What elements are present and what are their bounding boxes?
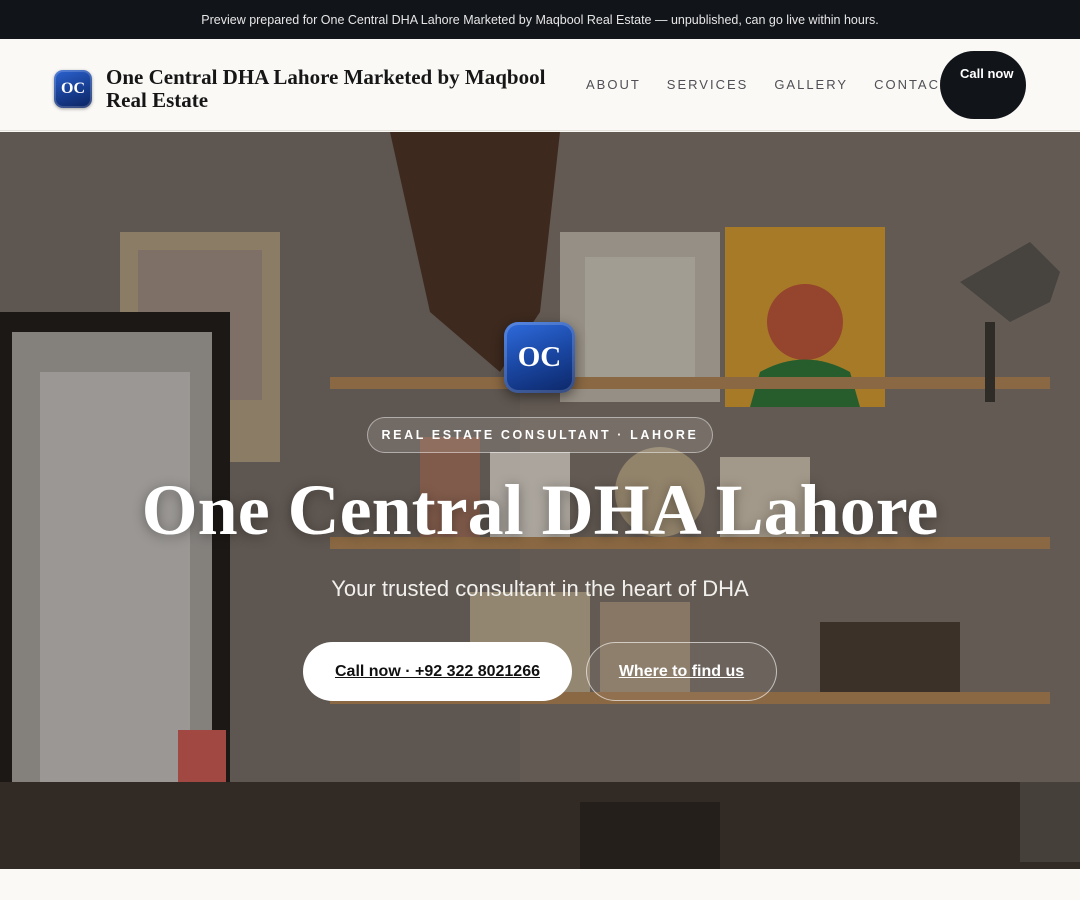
brand-name: One Central DHA Lahore Marketed by Maqbo…: [106, 65, 546, 112]
nav-about[interactable]: ABOUT: [586, 77, 641, 92]
nav-contact[interactable]: CONTACT: [874, 77, 950, 92]
call-phone-button[interactable]: Call now · +92 322 8021266: [303, 642, 572, 701]
hero-badge: REAL ESTATE CONSULTANT · LAHORE: [367, 417, 713, 453]
nav-services[interactable]: SERVICES: [667, 77, 749, 92]
brand-link[interactable]: OC One Central DHA Lahore Marketed by Ma…: [54, 66, 586, 112]
call-now-button[interactable]: Call now: [940, 51, 1026, 119]
hero-logo: OC: [504, 322, 575, 393]
hero-section: OC REAL ESTATE CONSULTANT · LAHORE One C…: [0, 132, 1080, 869]
main-nav: ABOUT SERVICES GALLERY CONTACT: [586, 77, 950, 92]
find-us-button[interactable]: Where to find us: [586, 642, 777, 701]
nav-gallery[interactable]: GALLERY: [774, 77, 848, 92]
hero-subtitle: Your trusted consultant in the heart of …: [331, 576, 749, 601]
preview-banner: Preview prepared for One Central DHA Lah…: [0, 0, 1080, 39]
brand-logo: OC: [54, 70, 92, 108]
hero-title: One Central DHA Lahore: [141, 470, 939, 550]
site-header: OC One Central DHA Lahore Marketed by Ma…: [0, 39, 1080, 131]
preview-banner-text: Preview prepared for One Central DHA Lah…: [201, 12, 879, 27]
